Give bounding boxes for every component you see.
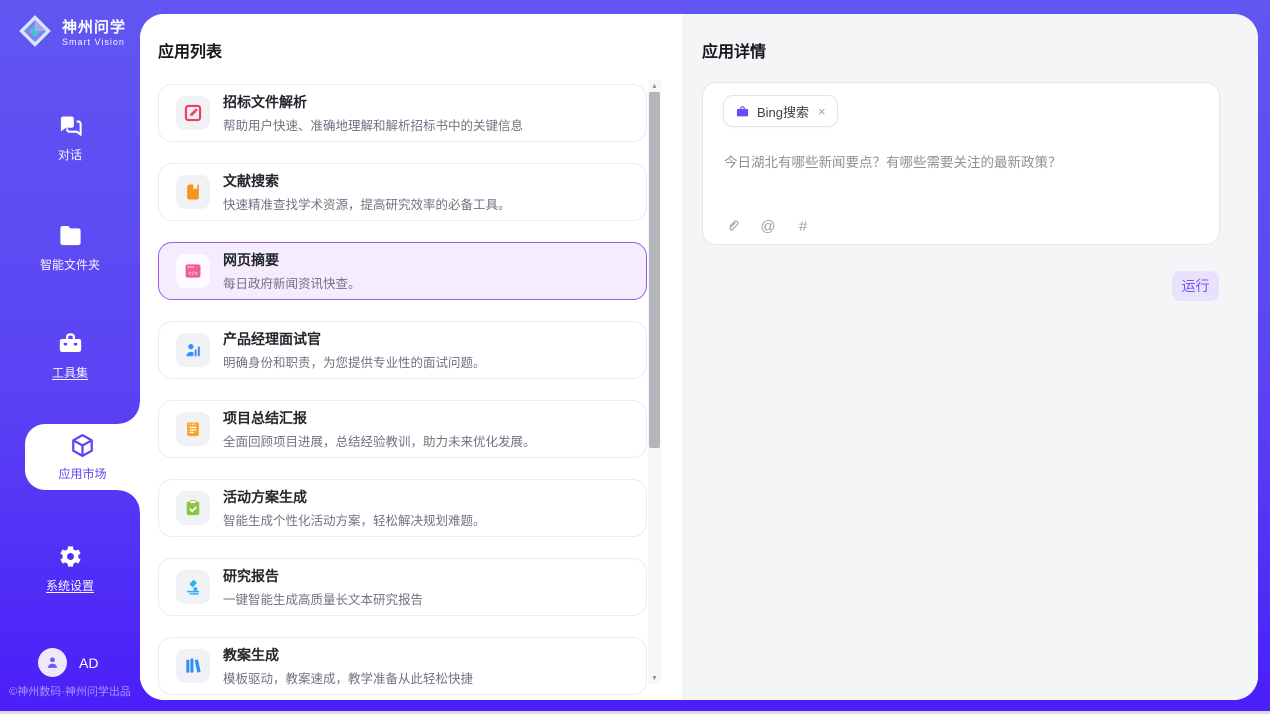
app-description: 一键智能生成高质量长文本研究报告 xyxy=(223,589,423,608)
app-description: 快速精准查找学术资源，提高研究效率的必备工具。 xyxy=(223,194,511,213)
app-card-event-plan[interactable]: 活动方案生成 智能生成个性化活动方案，轻松解决规划难题。 xyxy=(158,479,647,537)
app-name: 产品经理面试官 xyxy=(223,329,486,349)
tool-tag-bing-search[interactable]: Bing搜索 × xyxy=(723,95,838,127)
scroll-down-arrow-icon[interactable]: ▼ xyxy=(648,672,661,684)
app-card-bid-parse[interactable]: 招标文件解析 帮助用户快速、准确地理解和解析招标书中的关键信息 xyxy=(158,84,647,142)
app-card-research-report[interactable]: 研究报告 一键智能生成高质量长文本研究报告 xyxy=(158,558,647,616)
person-icon xyxy=(44,654,61,671)
app-list-scrollbar[interactable]: ▲ ▼ xyxy=(648,80,661,684)
notepad-icon xyxy=(176,412,210,446)
sidebar-item-label: 智能文件夹 xyxy=(40,256,100,273)
edit-document-icon xyxy=(176,96,210,130)
browser-code-icon: </> xyxy=(176,254,210,288)
app-description: 全面回顾项目进展，总结经验教训，助力未来优化发展。 xyxy=(223,431,536,450)
gear-icon xyxy=(57,543,84,570)
app-description: 明确身份和职责，为您提供专业性的面试问题。 xyxy=(223,352,486,371)
mention-icon[interactable]: @ xyxy=(759,217,777,235)
app-description: 智能生成个性化活动方案，轻松解决规划难题。 xyxy=(223,510,486,529)
app-name: 项目总结汇报 xyxy=(223,408,536,428)
scroll-up-arrow-icon[interactable]: ▲ xyxy=(648,80,661,92)
sidebar-item-label: 工具集 xyxy=(52,364,88,381)
brand-tagline: Smart Vision xyxy=(62,37,126,47)
sidebar: 神州问学 Smart Vision 对话 智能文件夹 工具集 应用市场 xyxy=(0,0,140,714)
app-description: 每日政府新闻资讯快查。 xyxy=(223,273,361,292)
app-list-panel: 应用列表 招标文件解析 帮助用户快速、准确地理解和解析招标书中的关键信息 文献搜… xyxy=(140,14,682,700)
app-list-title: 应用列表 xyxy=(158,38,222,62)
app-card-literature-search[interactable]: 文献搜索 快速精准查找学术资源，提高研究效率的必备工具。 xyxy=(158,163,647,221)
close-icon[interactable]: × xyxy=(818,105,826,118)
tool-tag-label: Bing搜索 xyxy=(757,102,809,121)
app-detail-title: 应用详情 xyxy=(702,38,766,62)
app-name: 网页摘要 xyxy=(223,250,361,270)
copyright-text: ©神州数码·神州问学出品 xyxy=(0,683,140,699)
sidebar-item-smart-folder[interactable]: 智能文件夹 xyxy=(0,222,140,273)
sidebar-item-chat[interactable]: 对话 xyxy=(0,112,140,163)
app-card-lesson-plan[interactable]: 教案生成 模板驱动，教案速成，教学准备从此轻松快捷 xyxy=(158,637,647,695)
app-description: 模板驱动，教案速成，教学准备从此轻松快捷 xyxy=(223,668,473,687)
run-button[interactable]: 运行 xyxy=(1172,271,1219,301)
cube-icon xyxy=(69,432,96,459)
clipboard-check-icon xyxy=(176,491,210,525)
scrollbar-thumb[interactable] xyxy=(649,92,660,448)
book-icon xyxy=(176,175,210,209)
app-detail-panel: 应用详情 Bing搜索 × 今日湖北有哪些新闻要点？有哪些需要关注的最新政策？ … xyxy=(682,14,1258,700)
user-account[interactable]: AD xyxy=(38,648,98,677)
app-description: 帮助用户快速、准确地理解和解析招标书中的关键信息 xyxy=(223,115,523,134)
query-input[interactable]: 今日湖北有哪些新闻要点？有哪些需要关注的最新政策？ xyxy=(724,151,1199,171)
brand-logo: 神州问学 Smart Vision xyxy=(16,12,126,50)
avatar xyxy=(38,648,67,677)
sidebar-item-label: 系统设置 xyxy=(46,577,94,594)
prompt-input-card[interactable]: Bing搜索 × 今日湖北有哪些新闻要点？有哪些需要关注的最新政策？ @ # xyxy=(702,82,1220,245)
brand-name: 神州问学 xyxy=(62,16,126,37)
svg-text:</>: </> xyxy=(188,271,199,277)
paperclip-icon[interactable] xyxy=(724,217,742,235)
sidebar-item-label: 应用市场 xyxy=(58,465,106,482)
person-chart-icon xyxy=(176,333,210,367)
folder-icon xyxy=(57,222,84,249)
briefcase-icon xyxy=(735,104,750,119)
app-name: 教案生成 xyxy=(223,645,473,665)
main-panel: 应用列表 招标文件解析 帮助用户快速、准确地理解和解析招标书中的关键信息 文献搜… xyxy=(140,14,1258,700)
chat-icon xyxy=(57,112,84,139)
app-card-web-summary[interactable]: </> 网页摘要 每日政府新闻资讯快查。 xyxy=(158,242,647,300)
brand-diamond-icon xyxy=(16,12,54,50)
app-name: 文献搜索 xyxy=(223,171,511,191)
app-card-list: 招标文件解析 帮助用户快速、准确地理解和解析招标书中的关键信息 文献搜索 快速精… xyxy=(158,84,647,700)
app-card-pm-interviewer[interactable]: 产品经理面试官 明确身份和职责，为您提供专业性的面试问题。 xyxy=(158,321,647,379)
app-name: 活动方案生成 xyxy=(223,487,486,507)
sidebar-item-settings[interactable]: 系统设置 xyxy=(0,543,140,594)
sidebar-item-label: 对话 xyxy=(58,146,82,163)
sidebar-item-app-market[interactable]: 应用市场 xyxy=(25,424,140,490)
microscope-icon xyxy=(176,570,210,604)
app-card-project-summary[interactable]: 项目总结汇报 全面回顾项目进展，总结经验教训，助力未来优化发展。 xyxy=(158,400,647,458)
user-initials: AD xyxy=(79,655,98,671)
brand-text: 神州问学 Smart Vision xyxy=(62,16,126,47)
app-name: 研究报告 xyxy=(223,566,423,586)
input-toolbar: @ # xyxy=(724,217,812,235)
app-name: 招标文件解析 xyxy=(223,92,523,112)
sidebar-item-toolset[interactable]: 工具集 xyxy=(0,330,140,381)
hash-icon[interactable]: # xyxy=(794,217,812,235)
toolbox-icon xyxy=(57,330,84,357)
books-icon xyxy=(176,649,210,683)
